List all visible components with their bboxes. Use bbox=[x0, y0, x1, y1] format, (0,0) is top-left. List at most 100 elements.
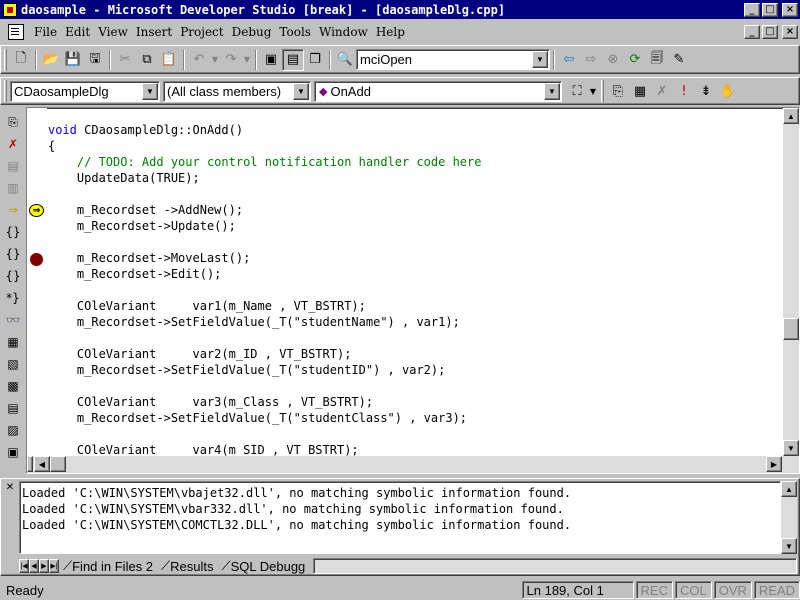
code-editor[interactable]: ⇒ void CDaosampleDlg::OnAdd(){ // TODO: … bbox=[26, 107, 800, 474]
window-list-icon[interactable]: ❐ bbox=[304, 49, 326, 71]
tab-find-in-files-2[interactable]: ⟋ Find in Files 2 bbox=[59, 558, 157, 574]
breakpoint-icon[interactable] bbox=[30, 253, 43, 266]
wizardbar-action-icon[interactable]: ⛶ bbox=[566, 80, 588, 102]
editor-gutter[interactable]: ⇒ bbox=[27, 108, 47, 456]
menu-tools[interactable]: Tools bbox=[275, 25, 315, 39]
call-stack-icon[interactable]: ▨ bbox=[2, 420, 24, 440]
menu-project[interactable]: Project bbox=[176, 25, 227, 39]
forward-arrow-icon[interactable]: ⇨ bbox=[580, 49, 602, 71]
go-icon[interactable]: ⇟ bbox=[695, 80, 717, 102]
scroll-down-icon[interactable]: ▼ bbox=[781, 538, 797, 554]
code-line[interactable]: m_Recordset->SetFieldValue(_T("studentCl… bbox=[48, 410, 778, 426]
favorites-icon[interactable]: ✎ bbox=[668, 49, 690, 71]
doc-close-button[interactable]: × bbox=[782, 25, 798, 39]
save-all-icon[interactable]: 🖫 bbox=[84, 49, 106, 71]
run-to-cursor-icon[interactable]: *} bbox=[2, 288, 24, 308]
tab-scroll-area[interactable] bbox=[313, 558, 797, 574]
tab-results[interactable]: ⟋ Results bbox=[157, 558, 217, 574]
output-line[interactable]: Loaded 'C:\WIN\SYSTEM\vbajet32.dll', no … bbox=[22, 485, 778, 501]
build-icon[interactable]: ▦ bbox=[629, 80, 651, 102]
function-combo[interactable]: ◆ OnAdd ▼ bbox=[314, 80, 562, 102]
code-line[interactable]: m_Recordset->Edit(); bbox=[48, 266, 778, 282]
editor-horizontal-scrollbar[interactable]: ◀ ▶ bbox=[27, 456, 799, 473]
maximize-button[interactable]: □ bbox=[762, 2, 778, 17]
stop-debugging-icon[interactable]: ✗ bbox=[2, 134, 24, 154]
execute-icon[interactable]: ! bbox=[673, 80, 695, 102]
tab-first-icon[interactable]: |◀ bbox=[19, 559, 29, 573]
variables-window-icon[interactable]: ▧ bbox=[2, 354, 24, 374]
code-line[interactable]: m_Recordset->Update(); bbox=[48, 218, 778, 234]
disassembly-icon[interactable]: ▣ bbox=[2, 442, 24, 462]
code-line[interactable]: m_Recordset->MoveLast(); bbox=[48, 250, 778, 266]
minimize-button[interactable]: _ bbox=[744, 2, 760, 17]
scroll-left-icon[interactable]: ◀ bbox=[34, 456, 50, 472]
tab-next-icon[interactable]: ▶ bbox=[39, 559, 49, 573]
apply-code-changes-icon[interactable]: ▥ bbox=[2, 178, 24, 198]
stop-build-icon[interactable]: ✗ bbox=[651, 80, 673, 102]
undo-icon[interactable]: ↶ bbox=[188, 49, 210, 71]
code-line[interactable]: m_Recordset ->AddNew(); bbox=[48, 202, 778, 218]
paste-icon[interactable]: 📋 bbox=[158, 49, 180, 71]
code-line[interactable]: COleVariant var3(m_Class , VT_BSTRT); bbox=[48, 394, 778, 410]
code-line[interactable]: { bbox=[48, 138, 778, 154]
new-text-file-icon[interactable]: 🗋 bbox=[10, 49, 32, 71]
class-combo[interactable]: CDaosampleDlg ▼ bbox=[10, 80, 160, 102]
stop-icon[interactable]: ⊗ bbox=[602, 49, 624, 71]
code-line[interactable]: COleVariant var4(m_SID , VT_BSTRT); bbox=[48, 442, 778, 456]
menu-window[interactable]: Window bbox=[315, 25, 372, 39]
chevron-down-icon[interactable]: ▼ bbox=[544, 82, 560, 100]
output-docking-grip[interactable]: ✕ bbox=[3, 482, 17, 572]
close-button[interactable]: × bbox=[782, 2, 798, 17]
search-web-icon[interactable]: 🗐 bbox=[646, 49, 668, 71]
members-combo[interactable]: (All class members) ▼ bbox=[163, 80, 311, 102]
copy-icon[interactable]: ⧉ bbox=[136, 49, 158, 71]
insert-breakpoint-icon[interactable]: ✋ bbox=[717, 80, 739, 102]
menu-view[interactable]: View bbox=[94, 25, 132, 39]
code-line[interactable] bbox=[48, 378, 778, 394]
scroll-right-icon[interactable]: ▶ bbox=[766, 456, 782, 472]
code-line[interactable] bbox=[48, 282, 778, 298]
toolbar-grip[interactable] bbox=[4, 48, 7, 71]
code-line[interactable] bbox=[48, 330, 778, 346]
doc-minimize-button[interactable]: _ bbox=[744, 25, 760, 39]
scroll-thumb[interactable] bbox=[50, 456, 66, 472]
step-out-icon[interactable]: {} bbox=[2, 266, 24, 286]
code-line[interactable]: COleVariant var2(m_ID , VT_BSTRT); bbox=[48, 346, 778, 362]
scroll-thumb[interactable] bbox=[783, 318, 799, 340]
refresh-icon[interactable]: ⟳ bbox=[624, 49, 646, 71]
document-icon[interactable] bbox=[8, 24, 24, 40]
doc-restore-button[interactable]: □ bbox=[762, 25, 778, 39]
code-line[interactable]: COleVariant var1(m_Name , VT_BSTRT); bbox=[48, 298, 778, 314]
output-window-icon[interactable]: ▤ bbox=[282, 48, 304, 71]
code-line[interactable] bbox=[48, 426, 778, 442]
chevron-down-icon[interactable]: ▼ bbox=[293, 82, 309, 100]
wizardbar-dropdown-icon[interactable]: ▼ bbox=[588, 80, 598, 102]
open-folder-icon[interactable]: 📂 bbox=[40, 49, 62, 71]
redo-icon[interactable]: ↷ bbox=[220, 49, 242, 71]
output-line[interactable]: Loaded 'C:\WIN\SYSTEM\COMCTL32.DLL', no … bbox=[22, 517, 778, 533]
code-text[interactable]: void CDaosampleDlg::OnAdd(){ // TODO: Ad… bbox=[48, 122, 778, 456]
quickwatch-icon[interactable]: 👓 bbox=[2, 310, 24, 330]
code-line[interactable]: m_Recordset->SetFieldValue(_T("studentNa… bbox=[48, 314, 778, 330]
code-line[interactable]: // TODO: Add your control notification h… bbox=[48, 154, 778, 170]
step-into-icon[interactable]: {} bbox=[2, 222, 24, 242]
step-over-icon[interactable]: {} bbox=[2, 244, 24, 264]
undo-dropdown-icon[interactable]: ▼ bbox=[210, 49, 220, 71]
output-line[interactable]: Loaded 'C:\WIN\SYSTEM\vbar332.dll', no m… bbox=[22, 501, 778, 517]
toolbar-grip[interactable] bbox=[601, 80, 604, 102]
code-line[interactable] bbox=[48, 234, 778, 250]
chevron-down-icon[interactable]: ▼ bbox=[142, 82, 158, 100]
find-in-files-icon[interactable]: 🔍 bbox=[334, 49, 356, 71]
output-text[interactable]: Loaded 'C:\WIN\SYSTEM\vbajet32.dll', no … bbox=[19, 481, 781, 554]
scroll-down-icon[interactable]: ▼ bbox=[783, 440, 799, 456]
save-icon[interactable]: 💾 bbox=[62, 49, 84, 71]
break-execution-icon[interactable]: ▤ bbox=[2, 156, 24, 176]
tab-sql-debugging[interactable]: ⟋ SQL Debugg bbox=[218, 558, 310, 574]
code-line[interactable]: UpdateData(TRUE); bbox=[48, 170, 778, 186]
memory-window-icon[interactable]: ▤ bbox=[2, 398, 24, 418]
close-icon[interactable]: ✕ bbox=[3, 482, 17, 493]
watch-window-icon[interactable]: ▦ bbox=[2, 332, 24, 352]
output-vertical-scrollbar[interactable]: ▲ ▼ bbox=[781, 481, 797, 554]
redo-dropdown-icon[interactable]: ▼ bbox=[242, 49, 252, 71]
registers-window-icon[interactable]: ▩ bbox=[2, 376, 24, 396]
